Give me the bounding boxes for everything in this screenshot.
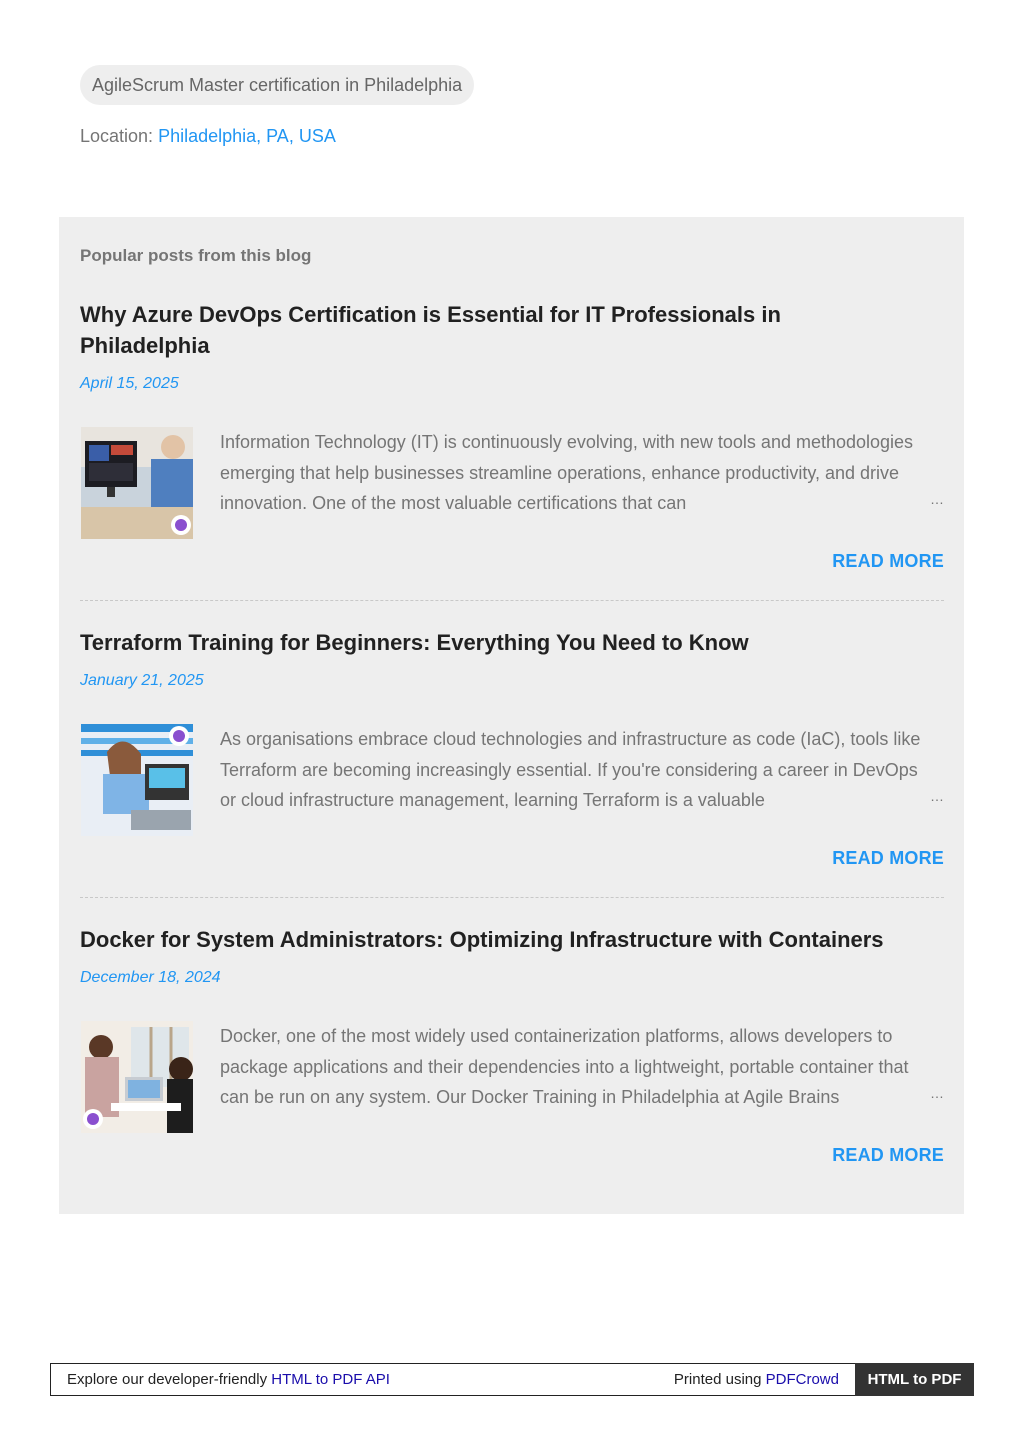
- popular-posts-heading: Popular posts from this blog: [80, 246, 312, 265]
- snippet-fade: [846, 784, 916, 816]
- label-chip[interactable]: AgileScrum Master certification in Phila…: [80, 65, 475, 105]
- post-location: Location: Philadelphia, PA, USA: [80, 124, 336, 148]
- post-body: As organisations embrace cloud technolog…: [80, 724, 944, 836]
- pdf-footer: Explore our developer-friendly HTML to P…: [50, 1363, 974, 1396]
- post-title-link[interactable]: Terraform Training for Beginners: Everyt…: [80, 627, 944, 658]
- popular-post: Why Azure DevOps Certification is Essent…: [80, 299, 944, 571]
- popular-post: Terraform Training for Beginners: Everyt…: [80, 627, 944, 868]
- snippet-fade: [846, 487, 916, 519]
- post-divider: [80, 897, 944, 898]
- snippet-ellipsis[interactable]: …: [930, 491, 944, 507]
- developer-at-monitor-image[interactable]: [81, 427, 193, 539]
- snippet-ellipsis[interactable]: …: [930, 1085, 944, 1101]
- snippet-ellipsis[interactable]: …: [930, 788, 944, 804]
- snippet-fade: [846, 1081, 916, 1113]
- popular-posts-section: Popular posts from this blog Why Azure D…: [59, 217, 964, 1214]
- post-snippet: As organisations embrace cloud technolog…: [220, 729, 921, 811]
- read-more-link[interactable]: READ MORE: [832, 848, 944, 869]
- post-divider: [80, 600, 944, 601]
- popular-post: Docker for System Administrators: Optimi…: [80, 924, 944, 1165]
- woman-with-electronics-image[interactable]: [81, 724, 193, 836]
- footer-printed-text: Printed using: [673, 1371, 766, 1388]
- post-date[interactable]: April 15, 2025: [80, 375, 944, 399]
- footer-api-link[interactable]: HTML to PDF API: [271, 1371, 390, 1388]
- label-chip-text: AgileScrum Master certification in Phila…: [92, 74, 463, 95]
- post-body: Information Technology (IT) is continuou…: [80, 427, 944, 539]
- footer-printed: Printed using PDFCrowd: [674, 1371, 839, 1388]
- post-title-link[interactable]: Docker for System Administrators: Optimi…: [80, 924, 944, 955]
- post-snippet: Information Technology (IT) is continuou…: [220, 432, 914, 514]
- footer-pdfcrowd-link[interactable]: PDFCrowd: [766, 1371, 839, 1388]
- location-prefix: Location:: [80, 126, 159, 146]
- office-meeting-image[interactable]: [81, 1021, 193, 1133]
- footer-promo: Explore our developer-friendly HTML to P…: [67, 1371, 390, 1388]
- post-date[interactable]: January 21, 2025: [80, 672, 944, 696]
- location-link[interactable]: Philadelphia, PA, USA: [158, 126, 336, 146]
- post-date[interactable]: December 18, 2024: [80, 969, 944, 993]
- post-snippet: Docker, one of the most widely used cont…: [220, 1026, 909, 1108]
- read-more-link[interactable]: READ MORE: [832, 1145, 944, 1166]
- footer-html-to-pdf-button[interactable]: HTML to PDF: [855, 1363, 974, 1396]
- post-title-link[interactable]: Why Azure DevOps Certification is Essent…: [80, 299, 800, 361]
- footer-promo-text: Explore our developer-friendly: [67, 1371, 272, 1388]
- post-body: Docker, one of the most widely used cont…: [80, 1021, 944, 1133]
- read-more-link[interactable]: READ MORE: [832, 551, 944, 572]
